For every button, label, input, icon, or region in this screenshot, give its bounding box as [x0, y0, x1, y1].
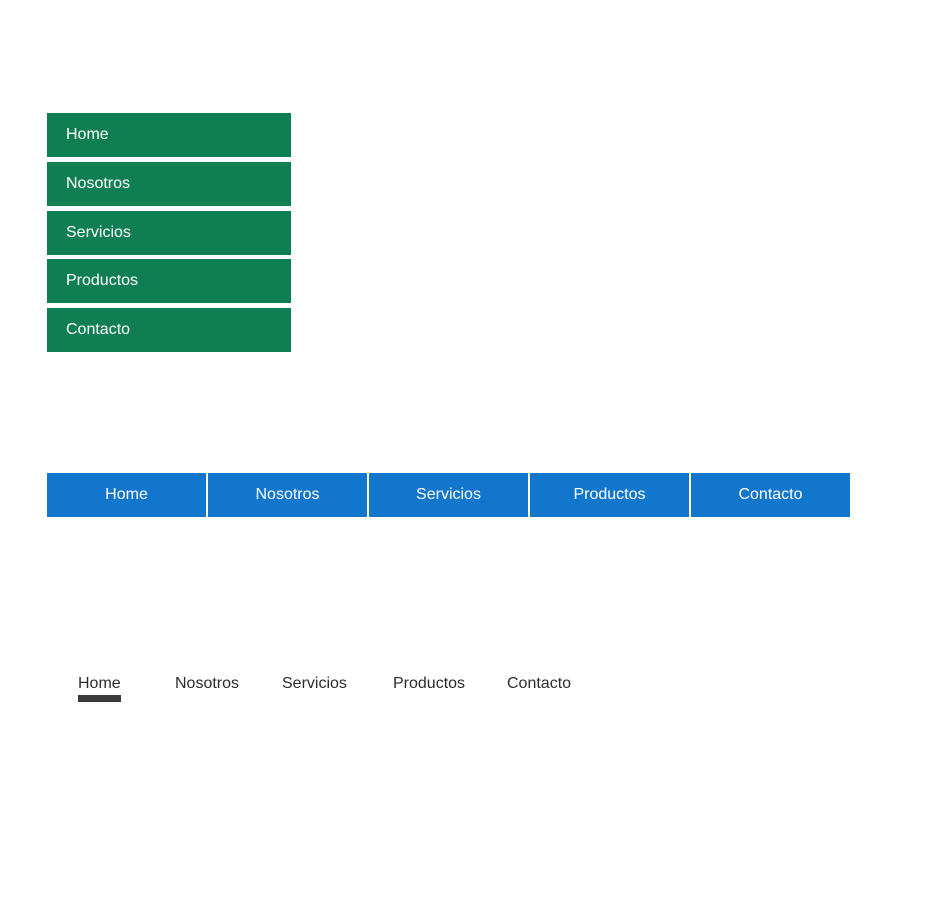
text-nav-item-nosotros[interactable]: Nosotros: [175, 674, 239, 694]
text-nav: Home Nosotros Servicios Productos Contac…: [0, 674, 940, 704]
horizontal-menu-item-home[interactable]: Home: [47, 473, 206, 517]
vertical-menu-item-nosotros[interactable]: Nosotros: [47, 161, 291, 206]
horizontal-menu-item-nosotros[interactable]: Nosotros: [208, 473, 367, 517]
vertical-menu: Home Nosotros Servicios Productos Contac…: [47, 113, 291, 357]
horizontal-menu-item-servicios[interactable]: Servicios: [369, 473, 528, 517]
horizontal-menu-item-productos[interactable]: Productos: [530, 473, 689, 517]
vertical-menu-item-contacto[interactable]: Contacto: [47, 308, 291, 353]
vertical-menu-item-home[interactable]: Home: [47, 113, 291, 157]
text-nav-item-home[interactable]: Home: [78, 674, 121, 702]
text-nav-item-servicios[interactable]: Servicios: [282, 674, 347, 694]
text-nav-item-productos[interactable]: Productos: [393, 674, 465, 694]
text-nav-item-contacto[interactable]: Contacto: [507, 674, 571, 694]
horizontal-menu: Home Nosotros Servicios Productos Contac…: [47, 473, 850, 517]
vertical-menu-item-servicios[interactable]: Servicios: [47, 210, 291, 255]
horizontal-menu-item-contacto[interactable]: Contacto: [691, 473, 850, 517]
vertical-menu-item-productos[interactable]: Productos: [47, 259, 291, 304]
